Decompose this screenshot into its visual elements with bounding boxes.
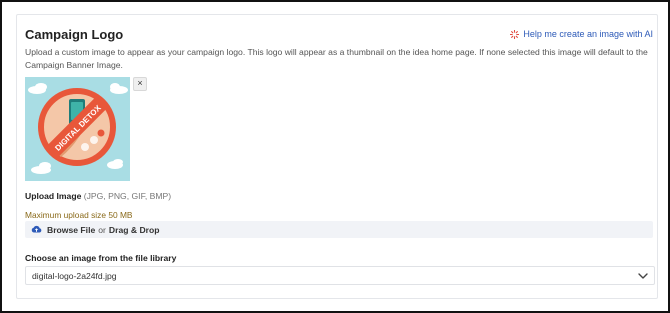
- browse-file-button[interactable]: Browse File: [47, 225, 95, 235]
- max-upload-size-text: Maximum upload size 50 MB: [25, 210, 133, 220]
- sparkle-icon: [510, 29, 520, 39]
- chevron-down-icon: [638, 272, 648, 279]
- upload-dropzone[interactable]: Browse File or Drag & Drop: [25, 221, 653, 238]
- campaign-logo-card: Campaign Logo Help me create an image wi…: [16, 14, 658, 299]
- drag-drop-label: Drag & Drop: [108, 224, 160, 235]
- remove-image-button[interactable]: ×: [133, 77, 147, 91]
- selected-file-value: digital-logo-2a24fd.jpg: [32, 270, 117, 281]
- upload-label-text: Upload Image: [25, 191, 82, 201]
- cloud-upload-icon: [31, 225, 42, 235]
- upload-image-label: Upload Image (JPG, PNG, GIF, BMP): [25, 191, 171, 201]
- ai-link-label[interactable]: Help me create an image with AI: [523, 29, 653, 39]
- section-description: Upload a custom image to appear as your …: [25, 47, 648, 70]
- or-text: or: [98, 224, 106, 235]
- section-title: Campaign Logo: [25, 27, 124, 42]
- upload-formats-hint: (JPG, PNG, GIF, BMP): [83, 191, 172, 201]
- window-frame: Campaign Logo Help me create an image wi…: [0, 0, 670, 313]
- file-library-select[interactable]: digital-logo-2a24fd.jpg: [25, 266, 655, 285]
- ai-create-image-link[interactable]: Help me create an image with AI: [510, 29, 653, 39]
- file-library-label: Choose an image from the file library: [25, 253, 177, 263]
- logo-thumbnail: DIGITAL DETOX: [25, 77, 130, 181]
